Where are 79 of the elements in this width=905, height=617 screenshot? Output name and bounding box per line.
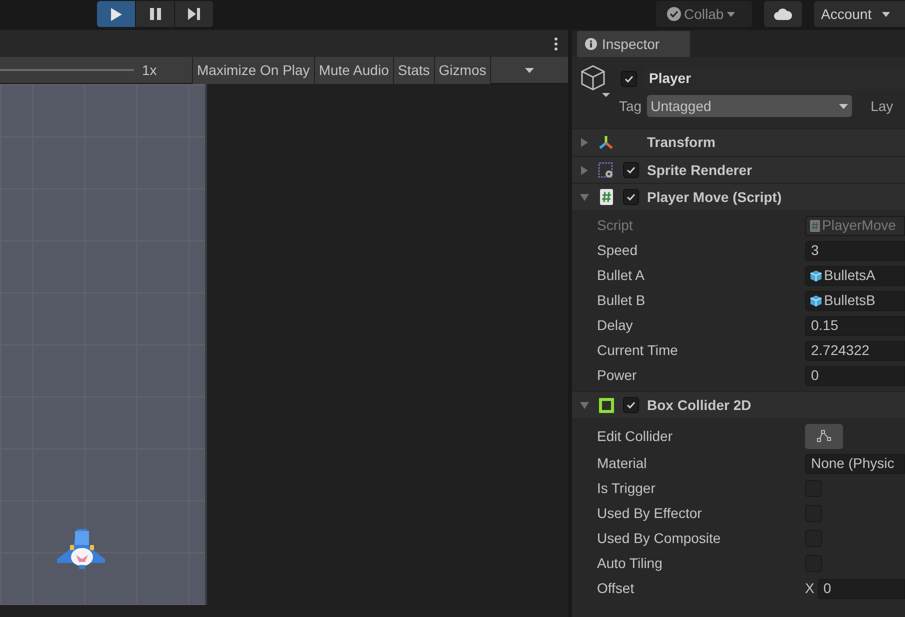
- axes-icon: [598, 134, 614, 150]
- expand-icon[interactable]: [580, 166, 589, 174]
- cube-icon: [810, 270, 822, 282]
- polygon-icon: [817, 430, 831, 442]
- script-icon: [810, 220, 820, 232]
- axis-label: X: [805, 579, 814, 598]
- sprite-icon: [598, 162, 614, 178]
- step-button[interactable]: [175, 1, 213, 27]
- caret-icon: [838, 104, 848, 108]
- field-label: Bullet A: [597, 266, 646, 285]
- layer-label: Lay: [870, 96, 894, 116]
- cloud-icon: [774, 8, 792, 20]
- component-header[interactable]: Transform: [572, 129, 905, 156]
- field-label: Used By Composite: [597, 529, 722, 548]
- cloud-button[interactable]: [764, 1, 802, 27]
- field-label: Delay: [597, 316, 634, 335]
- collapse-icon[interactable]: [580, 192, 589, 202]
- value-field[interactable]: 0: [805, 366, 905, 386]
- toolbar-toggle[interactable]: Mute Audio: [314, 56, 393, 84]
- field-label: Speed: [597, 241, 638, 260]
- field-label: Offset: [597, 579, 636, 598]
- expand-icon[interactable]: [580, 138, 589, 147]
- field-label: Used By Effector: [597, 504, 703, 523]
- toolbar-toggle[interactable]: Gizmos: [434, 56, 490, 84]
- field-label: Bullet B: [597, 291, 646, 310]
- check-circle-icon: [667, 7, 681, 21]
- checkbox[interactable]: [623, 162, 639, 178]
- pause-button[interactable]: [136, 1, 174, 27]
- collab-button[interactable]: Collab: [656, 1, 752, 27]
- play-button[interactable]: [97, 1, 135, 27]
- component-title: Transform: [647, 133, 716, 152]
- script-icon: [600, 189, 612, 205]
- check-icon: [626, 165, 636, 175]
- field-label: Power: [597, 366, 638, 385]
- checkbox[interactable]: [623, 397, 639, 413]
- cube-icon: [810, 294, 822, 306]
- value-field[interactable]: 0: [818, 578, 905, 598]
- field-label: Material: [597, 454, 648, 473]
- toolbar-toggle[interactable]: Stats: [392, 56, 434, 84]
- caret-icon: [726, 12, 735, 16]
- inspector-tab[interactable]: Inspector: [577, 31, 690, 57]
- field-label: Is Trigger: [597, 479, 656, 498]
- component-title: Sprite Renderer: [647, 160, 752, 180]
- pause-icon: [150, 8, 160, 20]
- collider-icon: [598, 398, 614, 412]
- component-header[interactable]: Player Move (Script): [572, 183, 905, 210]
- checkbox[interactable]: [623, 189, 639, 205]
- edit-collider-button[interactable]: [805, 424, 843, 448]
- component-header[interactable]: Box Collider 2D: [572, 391, 905, 418]
- cube-icon: [581, 65, 611, 99]
- field-label: Current Time: [597, 341, 679, 360]
- object-field[interactable]: BulletsA: [805, 266, 905, 286]
- component-title: Box Collider 2D: [647, 396, 752, 414]
- check-icon: [624, 74, 634, 84]
- value-field[interactable]: 2.724322: [805, 340, 905, 360]
- play-icon: [110, 8, 122, 20]
- step-icon: [188, 8, 200, 20]
- caret-icon: [525, 68, 534, 72]
- collapse-icon[interactable]: [580, 400, 589, 410]
- component-header[interactable]: Sprite Renderer: [572, 156, 905, 183]
- component-title: Player Move (Script): [647, 188, 782, 207]
- value-field[interactable]: 3: [805, 240, 905, 260]
- check-icon: [626, 192, 636, 202]
- caret-icon: [882, 12, 890, 16]
- field-label: Script: [597, 216, 634, 235]
- checkbox[interactable]: [621, 70, 637, 86]
- tag-label: Tag: [619, 96, 642, 116]
- more-options-icon: [554, 36, 558, 50]
- object-field[interactable]: BulletsB: [805, 290, 905, 310]
- toolbar-toggle[interactable]: Maximize On Play: [192, 56, 314, 84]
- tag-dropdown[interactable]: Untagged: [646, 95, 852, 117]
- scale-label: 1x: [142, 60, 158, 80]
- value-field[interactable]: 0.15: [805, 316, 905, 336]
- check-icon: [626, 400, 636, 410]
- field-label: Edit Collider: [597, 426, 674, 446]
- field-label: Auto Tiling: [597, 554, 664, 573]
- value-field[interactable]: None (Physic: [805, 454, 905, 474]
- account-button[interactable]: Account: [814, 1, 905, 27]
- info-icon: [585, 38, 597, 50]
